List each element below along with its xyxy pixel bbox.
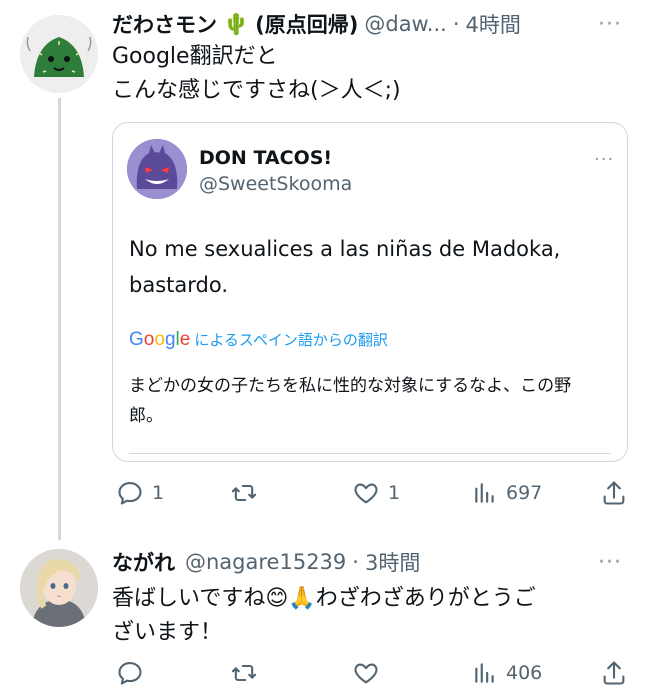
heart-icon <box>354 663 378 684</box>
tweet-text: Google翻訳だと こんな感じですさね(＞人＜;) <box>112 40 622 108</box>
views-button[interactable]: 697 <box>472 479 542 507</box>
quote-text-line: No me sexualices a las niñas de Madoka, <box>129 237 561 261</box>
display-name[interactable]: ながれ <box>112 547 175 577</box>
reply-button[interactable] <box>116 659 144 687</box>
quote-display-name[interactable]: DON TACOS! <box>199 147 332 169</box>
cactus-avatar-icon <box>20 15 98 93</box>
tweet-text-segment: 香ばしいですね <box>112 586 266 611</box>
handle[interactable]: @daw... <box>364 12 446 36</box>
translated-text-line: 郎。 <box>129 406 163 426</box>
tweet-text-line: 香ばしいですね😊🙏わざわざありがとうご <box>112 582 632 616</box>
tweet-text-line: ざいます！ <box>112 620 223 645</box>
views-chart-icon <box>475 483 494 503</box>
reply-icon <box>118 482 142 505</box>
tweet-text-line: Google翻訳だと <box>112 44 278 69</box>
timestamp[interactable]: 3時間 <box>365 547 420 577</box>
timestamp[interactable]: 4時間 <box>466 9 521 39</box>
tweet-text-line: こんな感じですさね(＞人＜;) <box>112 78 401 103</box>
display-name[interactable]: だわさモン <box>112 9 217 39</box>
tweet-header: ながれ @nagare15239 · 3時間 <box>112 547 420 577</box>
more-options-button[interactable]: ··· <box>598 14 622 36</box>
pray-emoji: 🙏 <box>288 586 316 611</box>
views-count: 406 <box>506 662 543 684</box>
quote-avatar[interactable] <box>127 139 187 199</box>
share-button[interactable] <box>600 479 628 507</box>
views-chart-icon <box>475 663 494 683</box>
retweet-icon <box>231 664 257 682</box>
separator: · <box>452 12 460 36</box>
translation-label: によるスペイン語からの翻訳 <box>194 331 388 349</box>
tweet-text: 香ばしいですね😊🙏わざわざありがとうご ざいます！ <box>112 582 632 650</box>
translation-attribution[interactable]: Google によるスペイン語からの翻訳 <box>129 329 388 351</box>
google-logo-letter: o <box>143 329 155 350</box>
smile-emoji: 😊 <box>265 586 289 611</box>
avatar[interactable] <box>20 15 98 93</box>
google-logo-letter: g <box>164 329 176 350</box>
gengar-avatar-icon <box>127 139 187 199</box>
retweet-button[interactable] <box>230 479 258 507</box>
retweet-icon <box>231 484 257 502</box>
share-icon <box>603 481 625 505</box>
like-button[interactable]: 1 <box>352 479 400 507</box>
cactus-emoji: 🌵 <box>223 11 250 36</box>
avatar[interactable] <box>20 549 98 627</box>
display-name-suffix[interactable]: (原点回帰) <box>255 9 358 39</box>
tweet-text-segment: わざわざありがとうご <box>315 586 536 611</box>
quote-handle[interactable]: @SweetSkooma <box>199 173 352 195</box>
separator: · <box>352 550 359 574</box>
google-logo-letter: G <box>129 329 144 350</box>
reply-icon <box>118 662 142 685</box>
translated-text: まどかの女の子たちを私に性的な対象にするなよ、この野 郎。 <box>129 371 623 431</box>
google-logo-letter: e <box>179 329 191 350</box>
reply-button[interactable]: 1 <box>116 479 164 507</box>
views-button[interactable]: 406 <box>472 659 542 687</box>
google-logo-letter: o <box>154 329 165 350</box>
anime-avatar-icon <box>20 549 98 627</box>
quote-text-line: bastardo. <box>129 273 228 297</box>
handle[interactable]: @nagare15239 <box>185 550 346 574</box>
translated-text-line: まどかの女の子たちを私に性的な対象にするなよ、この野 <box>129 376 572 396</box>
reply-count: 1 <box>152 482 165 504</box>
google-logo: Google <box>129 329 190 351</box>
retweet-button[interactable] <box>230 659 258 687</box>
views-count: 697 <box>506 482 543 504</box>
like-count: 1 <box>388 482 401 504</box>
share-button[interactable] <box>600 659 628 687</box>
quote-more-options-button[interactable]: ··· <box>594 151 614 169</box>
share-icon <box>603 661 625 685</box>
heart-icon <box>354 483 378 504</box>
thread-connector <box>58 98 61 540</box>
quoted-tweet-card[interactable]: DON TACOS! @SweetSkooma ··· No me sexual… <box>112 122 628 462</box>
quote-text: No me sexualices a las niñas de Madoka, … <box>129 231 619 303</box>
card-divider <box>129 453 611 454</box>
like-button[interactable] <box>352 659 380 687</box>
tweet-header: だわさモン 🌵 (原点回帰) @daw... · 4時間 <box>112 9 521 39</box>
more-options-button[interactable]: ··· <box>598 552 622 574</box>
